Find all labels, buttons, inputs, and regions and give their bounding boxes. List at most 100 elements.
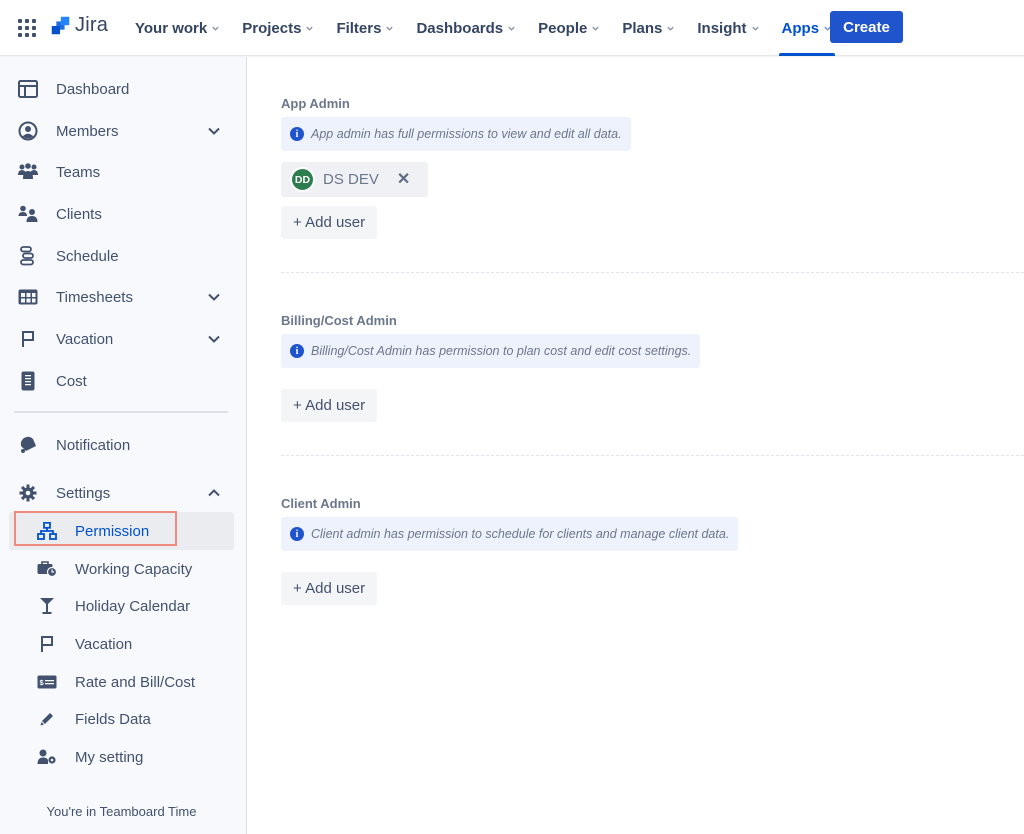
chevron-down-icon — [508, 26, 515, 31]
remove-user-icon[interactable]: ✕ — [397, 171, 410, 188]
sidebar-item-members[interactable]: Members — [0, 113, 247, 149]
sidebar-item-settings[interactable]: Settings — [0, 475, 247, 511]
nav-label: Projects — [242, 19, 302, 37]
sidebar-item-my-setting[interactable]: My setting — [0, 739, 247, 775]
dashboard-icon — [17, 78, 39, 100]
user-circle-icon — [17, 120, 39, 142]
top-navigation: Jira Your work Projects Filters Dashboar… — [0, 0, 1024, 56]
nav-label: Your work — [135, 19, 208, 37]
sidebar-label: Members — [56, 122, 119, 140]
jira-logo-icon — [51, 16, 70, 34]
info-message: i App admin has full permissions to view… — [281, 117, 631, 151]
sidebar-item-vacation-settings[interactable]: Vacation — [0, 626, 247, 662]
bell-icon — [17, 434, 39, 456]
sidebar-label: Holiday Calendar — [75, 597, 191, 615]
sidebar-item-teams[interactable]: Teams — [0, 154, 247, 190]
sidebar-item-dashboard[interactable]: Dashboard — [0, 71, 247, 107]
add-user-button[interactable]: + Add user — [281, 389, 378, 422]
calculator-icon — [17, 370, 39, 392]
section-title: App Admin — [281, 96, 350, 111]
permission-content: App Admin i App admin has full permissio… — [248, 57, 1024, 834]
sidebar-item-rate-bill-cost[interactable]: $ Rate and Bill/Cost — [0, 664, 247, 700]
nav-filters[interactable]: Filters — [325, 0, 405, 56]
sidebar-item-clients[interactable]: Clients — [0, 196, 247, 232]
chevron-down-icon — [386, 26, 394, 31]
nav-label: People — [538, 19, 588, 37]
create-button[interactable]: Create — [830, 11, 903, 43]
sidebar-label: Vacation — [56, 330, 114, 348]
section-client-admin: Client Admin i Client admin has permissi… — [281, 496, 739, 605]
nav-people[interactable]: People — [527, 0, 611, 56]
nav-insight[interactable]: Insight — [686, 0, 770, 56]
sidebar-label: Dashboard — [56, 80, 130, 98]
gear-icon — [17, 482, 39, 504]
app-switcher-icon[interactable] — [18, 19, 36, 37]
pencil-icon — [36, 708, 58, 730]
nav-plans[interactable]: Plans — [611, 0, 686, 56]
section-divider — [281, 272, 1024, 273]
flag-icon — [36, 633, 58, 655]
user-chip: DD DS DEV ✕ — [281, 162, 429, 197]
briefcase-clock-icon — [36, 558, 58, 580]
sidebar-item-notification[interactable]: Notification — [0, 427, 247, 463]
sidebar-item-working-capacity[interactable]: Working Capacity — [0, 551, 247, 587]
chevron-down-icon[interactable] — [207, 332, 221, 346]
sidebar-label: Vacation — [75, 635, 133, 653]
nav-label: Filters — [336, 19, 382, 37]
sidebar-item-timesheets[interactable]: Timesheets — [0, 279, 247, 315]
sidebar-item-holiday-calendar[interactable]: Holiday Calendar — [0, 588, 247, 624]
info-text: App admin has full permissions to view a… — [311, 127, 622, 141]
highlight-annotation-box — [14, 511, 177, 546]
info-text: Billing/Cost Admin has permission to pla… — [311, 344, 692, 358]
info-icon: i — [290, 527, 304, 541]
product-footer: You're in Teamboard Time — [46, 804, 197, 819]
chevron-down-icon — [212, 26, 219, 31]
chevron-down-icon — [592, 26, 600, 31]
chevron-down-icon — [751, 26, 759, 31]
sidebar-item-cost[interactable]: Cost — [0, 363, 247, 399]
sidebar-label: Schedule — [56, 247, 119, 265]
people-group-icon — [17, 161, 39, 183]
info-icon: i — [290, 127, 304, 141]
chevron-down-icon — [667, 26, 675, 31]
chevron-down-icon[interactable] — [207, 290, 221, 304]
section-app-admin: App Admin i App admin has full permissio… — [281, 96, 631, 239]
sidebar-label: Working Capacity — [75, 560, 193, 578]
nav-your-work[interactable]: Your work — [124, 0, 231, 56]
app-name: Jira — [75, 14, 109, 36]
sidebar-item-schedule[interactable]: Schedule — [0, 238, 247, 274]
section-billing-cost-admin: Billing/Cost Admin i Billing/Cost Admin … — [281, 313, 701, 422]
chevron-up-icon[interactable] — [207, 486, 221, 500]
nav-projects[interactable]: Projects — [231, 0, 325, 56]
chevron-down-icon — [306, 26, 314, 31]
nav-label: Dashboards — [416, 19, 504, 37]
clients-icon — [17, 203, 39, 225]
sidebar-divider — [14, 411, 228, 413]
section-title: Client Admin — [281, 496, 361, 511]
money-card-icon: $ — [36, 671, 58, 693]
nav-dashboards[interactable]: Dashboards — [405, 0, 527, 56]
info-icon: i — [290, 344, 304, 358]
nav-label: Insight — [697, 19, 747, 37]
jira-logo[interactable]: Jira — [49, 14, 108, 37]
info-message: i Client admin has permission to schedul… — [281, 517, 739, 551]
sidebar-label: Timesheets — [56, 288, 133, 306]
cocktail-icon — [36, 595, 58, 617]
add-user-button[interactable]: + Add user — [281, 572, 378, 605]
nav-label: Plans — [622, 19, 663, 37]
sidebar: Dashboard Members Teams Clients Schedule… — [0, 57, 247, 834]
table-icon — [17, 286, 39, 308]
schedule-icon — [17, 245, 39, 267]
sidebar-label: Clients — [56, 205, 102, 223]
sidebar-label: Teams — [56, 163, 101, 181]
user-gear-icon — [36, 746, 58, 768]
add-user-button[interactable]: + Add user — [281, 206, 378, 239]
info-message: i Billing/Cost Admin has permission to p… — [281, 334, 701, 368]
sidebar-label: Settings — [56, 484, 111, 502]
avatar: DD — [290, 167, 315, 192]
sidebar-item-vacation[interactable]: Vacation — [0, 321, 247, 357]
sidebar-label: Fields Data — [75, 710, 151, 728]
nav-menu: Your work Projects Filters Dashboards Pe… — [124, 0, 843, 56]
chevron-down-icon[interactable] — [207, 124, 221, 138]
sidebar-item-fields-data[interactable]: Fields Data — [0, 701, 247, 737]
